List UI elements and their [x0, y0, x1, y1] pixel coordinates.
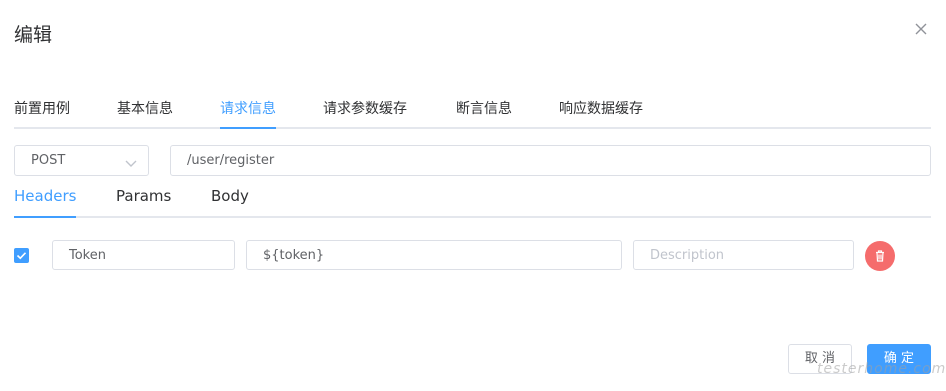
- header-key-value: Token: [69, 248, 106, 263]
- delete-header-button[interactable]: [865, 241, 895, 271]
- request-sub-tabs: Headers Params Body: [14, 187, 931, 218]
- main-tabs: 前置用例 基本信息 请求信息 请求参数缓存 断言信息 响应数据缓存: [14, 98, 931, 129]
- tab-request-info[interactable]: 请求信息: [220, 98, 276, 129]
- method-value: POST: [31, 153, 66, 168]
- tab-headers[interactable]: Headers: [14, 187, 77, 218]
- tab-assertion-info[interactable]: 断言信息: [456, 98, 512, 127]
- header-value-input[interactable]: ${token}: [246, 240, 622, 270]
- header-key-input[interactable]: Token: [52, 240, 235, 270]
- tab-body[interactable]: Body: [211, 187, 249, 216]
- edit-dialog: 编辑 前置用例 基本信息 请求信息 请求参数缓存 断言信息 响应数据缓存 POS…: [0, 0, 946, 391]
- url-input[interactable]: /user/register: [170, 145, 931, 176]
- tab-request-param-cache[interactable]: 请求参数缓存: [323, 98, 407, 127]
- close-icon[interactable]: [914, 22, 928, 36]
- trash-icon: [876, 250, 884, 262]
- header-value-value: ${token}: [263, 248, 325, 263]
- watermark: testerhome.com: [817, 361, 946, 377]
- dialog-title: 编辑: [14, 24, 53, 46]
- method-select[interactable]: POST: [14, 145, 149, 176]
- tab-preconditions[interactable]: 前置用例: [14, 98, 70, 127]
- url-value: /user/register: [187, 153, 275, 168]
- header-description-placeholder: Description: [650, 248, 725, 263]
- tab-response-data-cache[interactable]: 响应数据缓存: [559, 98, 643, 127]
- check-icon: [16, 252, 27, 260]
- tab-params[interactable]: Params: [116, 187, 171, 216]
- tab-basic-info[interactable]: 基本信息: [117, 98, 173, 127]
- header-enabled-checkbox[interactable]: [14, 248, 29, 263]
- header-description-input[interactable]: Description: [633, 240, 854, 270]
- chevron-down-icon: [124, 155, 138, 167]
